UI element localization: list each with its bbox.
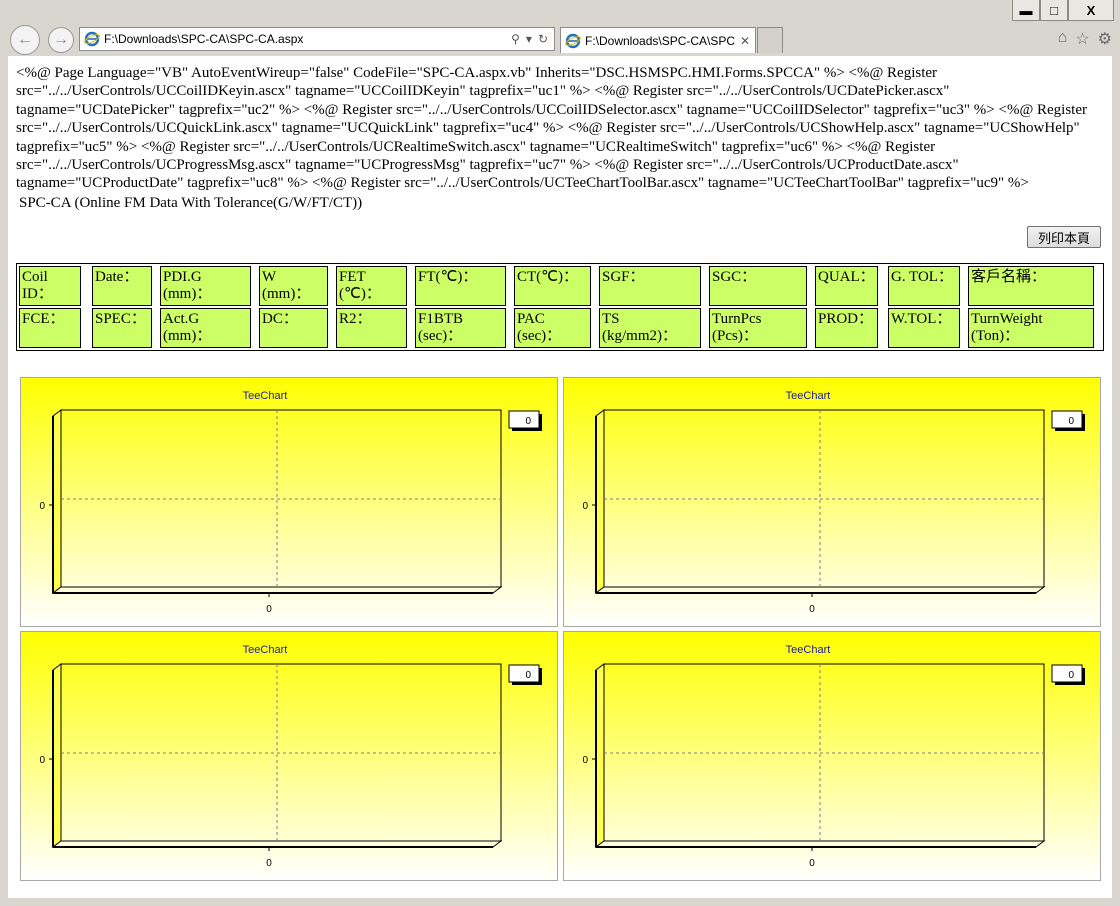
page-content: <%@ Page Language="VB" AutoEventWireup="…: [8, 56, 1112, 898]
close-button[interactable]: X: [1068, 0, 1114, 21]
page-title: SPC-CA (Online FM Data With Tolerance(G/…: [19, 195, 363, 211]
teechart-panel-4: TeeChart 0 0 0: [563, 631, 1101, 881]
teechart-panel-1: TeeChart 0 0 0: [20, 377, 558, 627]
chart-legend-value: 0: [1068, 670, 1074, 681]
back-button[interactable]: ←: [10, 25, 40, 55]
refresh-icon[interactable]: ↻: [538, 32, 548, 46]
chart-legend-value: 0: [1068, 416, 1074, 427]
chart-title: TeeChart: [243, 644, 288, 656]
teechart-svg: TeeChart 0 0 0: [39, 390, 542, 615]
chart-left-wall: [595, 663, 605, 848]
chart-y-tick-label: 0: [39, 755, 45, 766]
chart-title: TeeChart: [786, 390, 831, 402]
chart-legend-value: 0: [525, 416, 531, 427]
chart-title: TeeChart: [243, 390, 288, 402]
chart-y-tick-label: 0: [582, 501, 588, 512]
info-cell-row2-7: PAC (sec)：: [514, 308, 591, 348]
info-cell-row2-6: F1BTB (sec)：: [415, 308, 506, 348]
chart-left-wall: [52, 409, 62, 594]
window-controls: ▬ □ X: [1012, 0, 1114, 21]
info-cell-row2-4: DC：: [259, 308, 328, 348]
forward-button[interactable]: →: [48, 27, 74, 53]
info-cell-row1-9: SGC：: [709, 266, 807, 306]
chart-legend-box: [508, 410, 540, 429]
settings-gear-icon[interactable]: ⚙: [1098, 29, 1112, 49]
info-cell-row1-4: W (mm)：: [259, 266, 328, 306]
info-cell-row2-5: R2：: [336, 308, 407, 348]
back-arrow-icon: ←: [17, 31, 33, 48]
ie-logo-icon: [84, 31, 100, 47]
new-tab-button[interactable]: [757, 27, 783, 53]
teechart-panel-2: TeeChart 0 0 0: [563, 377, 1101, 627]
chart-legend-box: [1051, 410, 1083, 429]
chart-legend-box: [508, 664, 540, 683]
info-cell-row2-10: PROD：: [815, 308, 878, 348]
dropdown-arrow-icon[interactable]: ▾: [526, 32, 532, 46]
teechart-svg: TeeChart 0 0 0: [582, 390, 1085, 615]
info-cell-row1-8: SGF：: [599, 266, 701, 306]
home-icon[interactable]: ⌂: [1058, 29, 1068, 49]
info-cell-row2-12: TurnWeight (Ton)：: [968, 308, 1094, 348]
search-icon[interactable]: ⚲: [511, 32, 520, 46]
teechart-svg: TeeChart 0 0 0: [39, 644, 542, 869]
chart-x-tick-label: 0: [266, 858, 272, 869]
info-cell-row1-10: QUAL：: [815, 266, 878, 306]
info-cell-row2-3: Act.G (mm)：: [160, 308, 251, 348]
info-cell-row1-1: Coil ID：: [19, 266, 81, 306]
chart-title: TeeChart: [786, 644, 831, 656]
info-cell-row2-8: TS (kg/mm2)：: [599, 308, 701, 348]
tab-title: F:\Downloads\SPC-CA\SPC...: [585, 33, 735, 48]
info-cell-row2-2: SPEC：: [92, 308, 152, 348]
chart-y-tick-label: 0: [582, 755, 588, 766]
tab-close-icon[interactable]: ✕: [735, 34, 755, 48]
info-cell-row1-2: Date：: [92, 266, 152, 306]
info-cell-row1-12: 客戶名稱：: [968, 266, 1094, 306]
info-cell-row1-3: PDI.G (mm)：: [160, 266, 251, 306]
raw-aspx-directives: <%@ Page Language="VB" AutoEventWireup="…: [16, 65, 1087, 192]
minimize-button[interactable]: ▬: [1012, 0, 1040, 21]
address-url: F:\Downloads\SPC-CA\SPC-CA.aspx: [104, 32, 304, 46]
chart-x-tick-label: 0: [266, 604, 272, 615]
address-bar[interactable]: F:\Downloads\SPC-CA\SPC-CA.aspx ⚲ ▾ ↻: [79, 27, 555, 51]
chart-x-tick-label: 0: [809, 604, 815, 615]
chart-x-tick-label: 0: [809, 858, 815, 869]
maximize-button[interactable]: □: [1040, 0, 1068, 21]
teechart-panel-3: TeeChart 0 0 0: [20, 631, 558, 881]
chart-left-wall: [52, 663, 62, 848]
info-cell-row1-6: FT(℃)：: [415, 266, 506, 306]
browser-tab[interactable]: F:\Downloads\SPC-CA\SPC... ✕: [560, 27, 756, 53]
browser-window: ▬ □ X ← → F:\Downloads\SPC-CA\SPC-CA.asp…: [0, 0, 1120, 906]
info-cell-row1-7: CT(℃)：: [514, 266, 591, 306]
teechart-svg: TeeChart 0 0 0: [582, 644, 1085, 869]
info-cell-row2-11: W.TOL：: [888, 308, 960, 348]
info-cell-row1-11: G. TOL：: [888, 266, 960, 306]
chart-legend-box: [1051, 664, 1083, 683]
chart-y-tick-label: 0: [39, 501, 45, 512]
coil-info-table: Coil ID： Date： PDI.G (mm)： W (mm)： FET (℃)： F…: [16, 263, 1104, 351]
chart-left-wall: [595, 409, 605, 594]
info-cell-row1-5: FET (℃)：: [336, 266, 407, 306]
print-page-button[interactable]: 列印本頁: [1027, 226, 1101, 248]
info-cell-row2-9: TurnPcs (Pcs)：: [709, 308, 807, 348]
forward-arrow-icon: →: [53, 31, 69, 48]
info-cell-row2-1: FCE：: [19, 308, 81, 348]
ie-logo-icon: [565, 33, 581, 48]
chart-legend-value: 0: [525, 670, 531, 681]
navigation-bar: ← → F:\Downloads\SPC-CA\SPC-CA.aspx ⚲ ▾ …: [0, 22, 1120, 56]
favorites-star-icon[interactable]: ☆: [1075, 29, 1089, 49]
